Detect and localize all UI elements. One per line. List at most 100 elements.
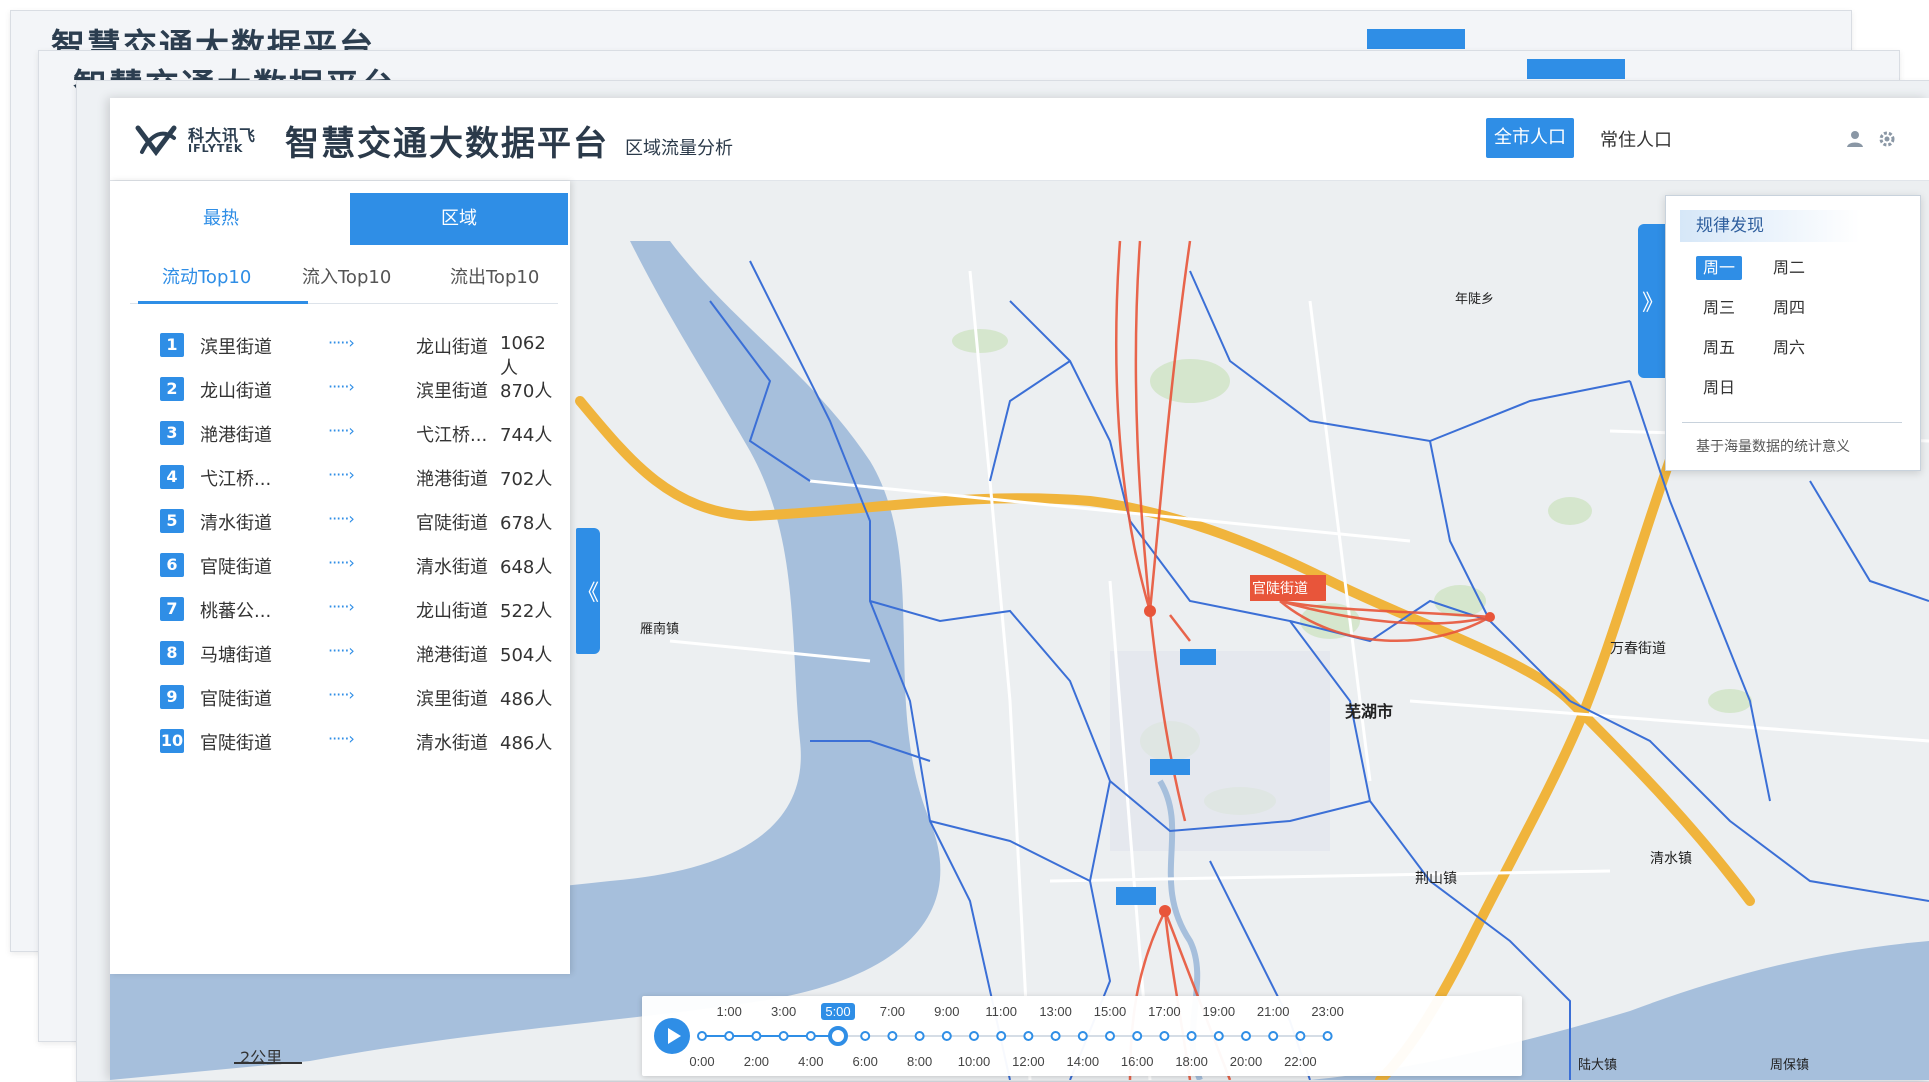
time-tick[interactable] — [860, 1031, 871, 1041]
chevron-left-icon: 《 — [576, 581, 599, 606]
flow-arrow-icon: ·····› — [328, 553, 355, 572]
table-row[interactable]: 8 马塘街道 ·····› 滟港街道 504人 — [160, 639, 560, 669]
time-label: 9:00 — [934, 1004, 959, 1019]
table-row[interactable]: 2 龙山街道 ·····› 滨里街道 870人 — [160, 375, 560, 405]
time-tick[interactable] — [1077, 1031, 1088, 1041]
collapse-right-panel-button[interactable]: 》 — [1638, 224, 1668, 378]
time-tick[interactable] — [914, 1031, 925, 1041]
time-tick[interactable] — [1186, 1031, 1197, 1041]
time-tick[interactable] — [805, 1031, 816, 1041]
tab-hot[interactable]: 最热 — [112, 193, 330, 245]
origin-street: 官陡街道 — [200, 689, 272, 710]
map-scale-bar — [234, 1062, 302, 1064]
day-option[interactable]: 周二 — [1766, 256, 1812, 280]
time-tick[interactable] — [887, 1031, 898, 1041]
day-option[interactable]: 周一 — [1696, 256, 1742, 280]
flow-count: 522人 — [500, 601, 553, 622]
time-label: 14:00 — [1067, 1054, 1100, 1069]
flow-count: 486人 — [500, 689, 553, 710]
table-row[interactable]: 3 滟港街道 ·····› 弋江桥... 744人 — [160, 419, 560, 449]
destination-street: 弋江桥... — [416, 425, 488, 446]
subtab-active-indicator — [138, 301, 308, 304]
table-row[interactable]: 4 弋江桥... ·····› 滟港街道 702人 — [160, 463, 560, 493]
time-tick[interactable] — [1050, 1031, 1061, 1041]
chevron-right-icon: 》 — [1641, 291, 1664, 316]
origin-street: 龙山街道 — [200, 381, 272, 402]
table-row[interactable]: 9 官陡街道 ·····› 滨里街道 486人 — [160, 683, 560, 713]
time-tick[interactable] — [1159, 1031, 1170, 1041]
main-window: 官陡街道 芜湖市 万春街道 清水镇 荆山镇 雁南镇 年陡乡 陆大镇 周保镇 2公… — [110, 98, 1929, 1080]
day-option[interactable]: 周三 — [1696, 296, 1742, 320]
time-tick[interactable] — [828, 1026, 848, 1046]
time-tick[interactable] — [996, 1031, 1007, 1041]
map-label-highlight[interactable]: 官陡街道 — [1252, 578, 1308, 598]
time-track[interactable]: 1:00 3:00 5:00 7:00 9:00 11:00 13:00 15:00 17:00… — [642, 996, 1522, 1076]
time-label: 23:00 — [1311, 1004, 1344, 1019]
page-subtitle: 区域流量分析 — [625, 138, 733, 159]
subtab-flow-top10[interactable]: 流动Top10 — [162, 263, 251, 289]
subtab-inflow-top10[interactable]: 流入Top10 — [302, 263, 391, 289]
flow-count: 744人 — [500, 425, 553, 446]
rule-panel-title: 规律发现 — [1680, 210, 1860, 242]
time-tick[interactable] — [697, 1031, 707, 1041]
time-tick[interactable] — [778, 1031, 789, 1041]
time-label: 20:00 — [1230, 1054, 1263, 1069]
time-tick[interactable] — [1023, 1031, 1034, 1041]
day-option[interactable]: 周五 — [1696, 336, 1742, 360]
time-label: 22:00 — [1284, 1054, 1317, 1069]
flow-arrow-icon: ·····› — [328, 641, 355, 660]
flow-arrow-icon: ·····› — [328, 333, 355, 352]
collapse-left-panel-button[interactable]: 《 — [576, 528, 600, 654]
rank-badge: 6 — [160, 553, 184, 577]
flow-arrow-icon: ·····› — [328, 465, 355, 484]
origin-street: 官陡街道 — [200, 557, 272, 578]
table-row[interactable]: 5 清水街道 ·····› 官陡街道 678人 — [160, 507, 560, 537]
time-label: 18:00 — [1175, 1054, 1208, 1069]
time-tick[interactable] — [1105, 1031, 1115, 1041]
origin-street: 清水街道 — [200, 513, 272, 534]
gear-icon[interactable] — [1878, 130, 1896, 148]
user-icon[interactable] — [1846, 130, 1864, 148]
rule-discovery-panel: 规律发现 周一 周二 周三 周四 周五 周六 周日 基于海量数据的统计意义 — [1665, 195, 1921, 471]
map-label-zhoubao: 周保镇 — [1770, 1058, 1810, 1073]
day-option[interactable]: 周日 — [1696, 376, 1742, 400]
table-row[interactable]: 1 滨里街道 ·····› 龙山街道 1062人 — [160, 331, 560, 379]
time-tick[interactable] — [941, 1031, 952, 1041]
time-label: 13:00 — [1039, 1004, 1072, 1019]
time-tick[interactable] — [751, 1031, 762, 1041]
time-tick[interactable] — [1295, 1031, 1306, 1041]
resident-population-button[interactable]: 常住人口 — [1600, 126, 1672, 152]
time-tick[interactable] — [1322, 1031, 1333, 1041]
rank-badge: 10 — [160, 729, 184, 753]
map-label-jingshan: 荆山镇 — [1415, 871, 1457, 887]
table-row[interactable]: 6 官陡街道 ·····› 清水街道 648人 — [160, 551, 560, 581]
time-tick[interactable] — [1268, 1031, 1279, 1041]
time-tick[interactable] — [1132, 1031, 1143, 1041]
flow-count: 870人 — [500, 381, 553, 402]
background-window-button — [1367, 29, 1465, 49]
destination-street: 清水街道 — [416, 733, 488, 754]
time-label: 7:00 — [880, 1004, 905, 1019]
time-tick[interactable] — [969, 1031, 979, 1041]
time-label: 2:00 — [744, 1054, 769, 1069]
time-label: 3:00 — [771, 1004, 796, 1019]
flow-count: 648人 — [500, 557, 553, 578]
rank-badge: 3 — [160, 421, 184, 445]
flow-arrow-icon: ·····› — [328, 685, 355, 704]
tab-area[interactable]: 区域 — [350, 193, 568, 245]
subtab-outflow-top10[interactable]: 流出Top10 — [450, 263, 539, 289]
table-row[interactable]: 10 官陡街道 ·····› 清水街道 486人 — [160, 727, 560, 757]
app-title: 智慧交通大数据平台 — [285, 124, 609, 164]
day-option[interactable]: 周六 — [1766, 336, 1812, 360]
time-tick[interactable] — [1241, 1031, 1251, 1041]
time-label: 0:00 — [689, 1054, 714, 1069]
time-tick[interactable] — [724, 1031, 735, 1041]
destination-street: 清水街道 — [416, 557, 488, 578]
table-row[interactable]: 7 桃蕃公... ·····› 龙山街道 522人 — [160, 595, 560, 625]
all-population-button[interactable]: 全市人口 — [1486, 118, 1574, 158]
map-label-qingshui: 清水镇 — [1650, 851, 1692, 867]
day-option[interactable]: 周四 — [1766, 296, 1812, 320]
time-tick[interactable] — [1213, 1031, 1224, 1041]
destination-street: 官陡街道 — [416, 513, 488, 534]
time-slider[interactable]: 1:00 3:00 5:00 7:00 9:00 11:00 13:00 15:00 17:00… — [642, 996, 1522, 1076]
